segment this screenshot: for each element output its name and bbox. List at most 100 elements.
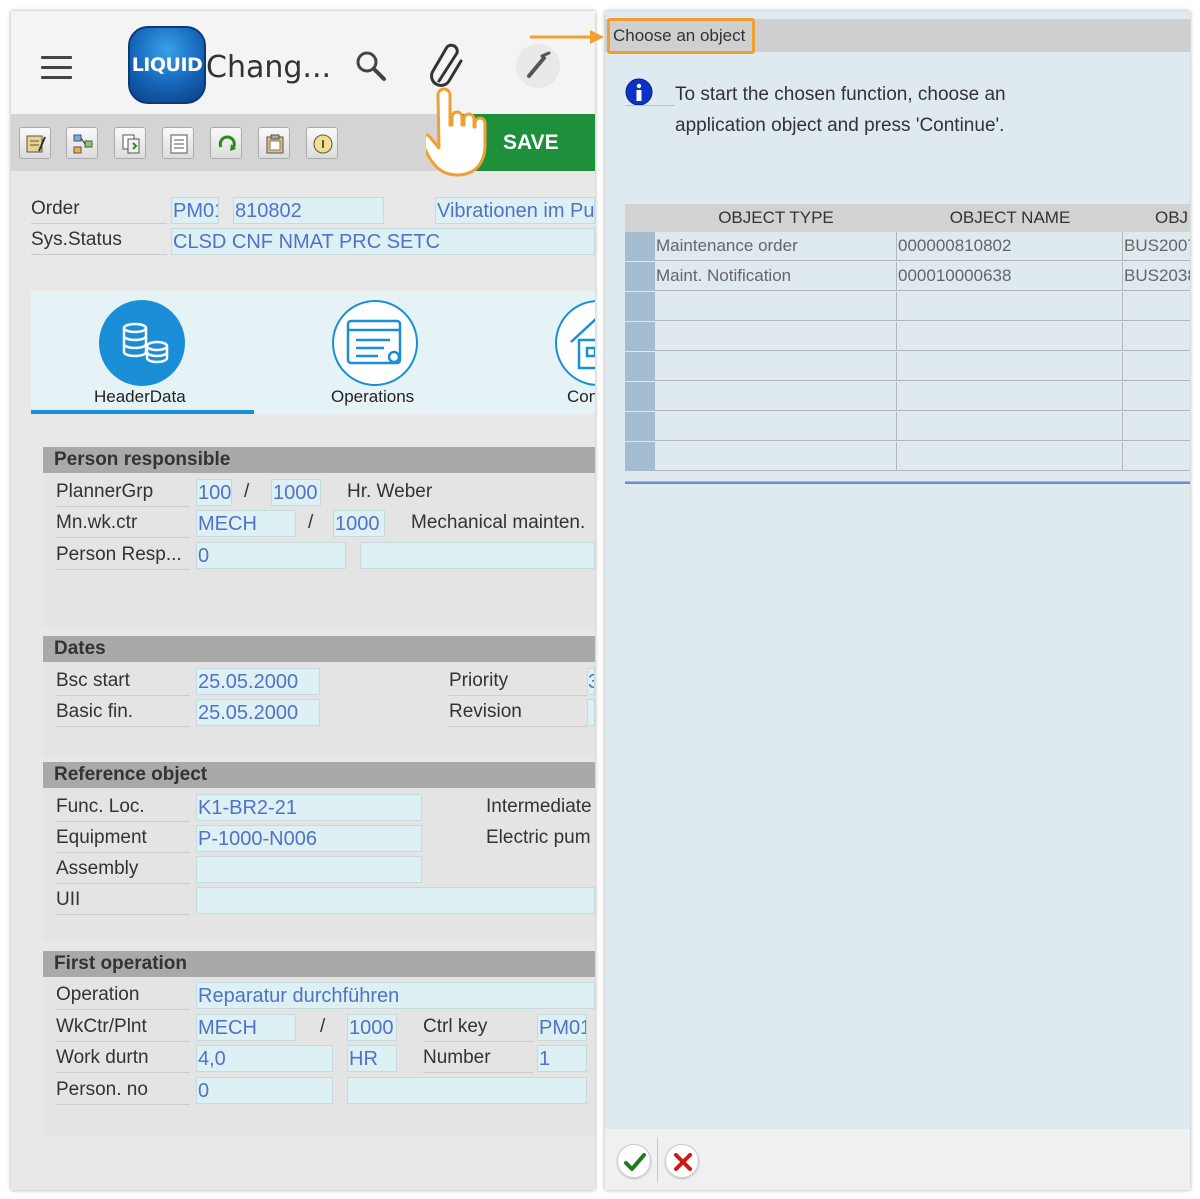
- toolbar-button-4[interactable]: [162, 127, 194, 159]
- work-durtn-field[interactable]: 4,0: [196, 1045, 333, 1072]
- copy-document-icon: [122, 134, 140, 154]
- dates-header: Dates: [43, 636, 595, 662]
- cell-object: [1123, 292, 1190, 321]
- toolbar-button-5[interactable]: [210, 127, 242, 159]
- row-selector[interactable]: [625, 232, 655, 261]
- info-divider: [625, 105, 675, 106]
- row-selector[interactable]: [625, 262, 655, 291]
- cell-object: [1123, 352, 1190, 381]
- search-icon[interactable]: [354, 49, 388, 83]
- table-row[interactable]: [625, 412, 1190, 442]
- table-bottom-border: [625, 481, 1190, 484]
- assembly-field[interactable]: [196, 856, 422, 883]
- row-selector[interactable]: [625, 442, 655, 471]
- ctrl-key-field[interactable]: PM01: [537, 1014, 587, 1041]
- coins-icon: [122, 322, 169, 364]
- wkctr-plnt-label: WkCtr/Plnt: [56, 1016, 190, 1042]
- priority-field[interactable]: 3: [587, 668, 595, 695]
- planner-grp-field[interactable]: 100: [196, 479, 232, 506]
- basic-fin-label: Basic fin.: [56, 701, 190, 727]
- row-selector[interactable]: [625, 352, 655, 381]
- toolbar-button-1[interactable]: [19, 127, 51, 159]
- table-row[interactable]: Maint. Notification 000010000638 BUS2038: [625, 262, 1190, 292]
- column-header-object[interactable]: OBJ: [1123, 204, 1190, 232]
- info-line-2: application object and press 'Continue'.: [675, 115, 1005, 136]
- table-row[interactable]: [625, 352, 1190, 382]
- column-header-object-type[interactable]: OBJECT TYPE: [655, 204, 897, 232]
- column-header-object-name[interactable]: OBJECT NAME: [897, 204, 1123, 232]
- table-row[interactable]: [625, 382, 1190, 412]
- first-operation-header: First operation: [43, 951, 595, 977]
- tab-headerdata[interactable]: [99, 300, 185, 386]
- list-document-icon: [170, 134, 188, 154]
- cell-object-type: Maintenance order: [655, 232, 897, 261]
- number-field[interactable]: 1: [537, 1045, 587, 1072]
- cancel-button[interactable]: [665, 1144, 699, 1178]
- row-selector[interactable]: [625, 322, 655, 351]
- tab-components[interactable]: [555, 300, 595, 386]
- cell-object-type: [655, 382, 897, 411]
- wkctr-field[interactable]: MECH: [196, 1014, 296, 1041]
- logo-text: LIQUID: [131, 54, 203, 76]
- revision-field[interactable]: [587, 699, 595, 726]
- assembly-label: Assembly: [56, 858, 190, 884]
- cell-object: BUS2038: [1123, 262, 1190, 291]
- dialog-title: Choose an object: [607, 18, 755, 54]
- tab-operations-label: Operations: [331, 387, 415, 406]
- uii-field[interactable]: [196, 887, 595, 914]
- tab-headerdata-label: HeaderData: [94, 387, 186, 406]
- order-description-field[interactable]: Vibrationen im Pur: [435, 197, 595, 224]
- hamburger-menu-icon[interactable]: [41, 56, 72, 79]
- mn-plant-field[interactable]: 1000: [333, 510, 385, 537]
- func-loc-field[interactable]: K1-BR2-21: [196, 794, 422, 821]
- operation-field[interactable]: Reparatur durchführen: [196, 982, 595, 1009]
- row-selector[interactable]: [625, 412, 655, 441]
- table-row[interactable]: [625, 322, 1190, 352]
- work-unit-field[interactable]: HR: [347, 1045, 397, 1072]
- person-resp-field[interactable]: 0: [196, 542, 346, 569]
- order-type-field[interactable]: PM01: [171, 197, 219, 224]
- equipment-description: Electric pum: [486, 827, 591, 848]
- cell-object: [1123, 442, 1190, 471]
- cell-object: [1123, 412, 1190, 441]
- planner-plant-field[interactable]: 1000: [271, 479, 321, 506]
- tools-button[interactable]: [516, 44, 560, 88]
- person-no-field[interactable]: 0: [196, 1077, 333, 1104]
- wkctr-separator: /: [320, 1016, 326, 1037]
- toolbar-button-7[interactable]: [306, 127, 338, 159]
- cell-object-type: [655, 352, 897, 381]
- operation-label: Operation: [56, 984, 190, 1010]
- func-loc-description: Intermediate: [486, 796, 592, 817]
- basic-fin-field[interactable]: 25.05.2000: [196, 699, 320, 726]
- cell-object-name: [897, 352, 1123, 381]
- tab-operations[interactable]: [332, 300, 418, 386]
- row-selector[interactable]: [625, 382, 655, 411]
- cell-object-type: Maint. Notification: [655, 262, 897, 291]
- cell-object-type: [655, 412, 897, 441]
- cell-object-name: 000010000638: [897, 262, 1123, 291]
- table-row[interactable]: [625, 292, 1190, 322]
- toolbar-button-3[interactable]: [114, 127, 146, 159]
- continue-button[interactable]: [617, 1144, 651, 1178]
- footer-separator: [657, 1137, 658, 1183]
- close-icon: [674, 1153, 692, 1171]
- row-selector[interactable]: [625, 292, 655, 321]
- cell-object: [1123, 382, 1190, 411]
- choose-object-dialog: Choose an object To start the chosen fun…: [605, 11, 1190, 1190]
- info-line-1: To start the chosen function, choose an: [675, 84, 1006, 105]
- revision-label: Revision: [449, 701, 587, 727]
- toolbar-button-2[interactable]: [66, 127, 98, 159]
- number-label: Number: [423, 1047, 534, 1073]
- planner-separator: /: [244, 481, 250, 502]
- cell-object-name: 000000810802: [897, 232, 1123, 261]
- table-row[interactable]: [625, 442, 1190, 472]
- mn-wk-ctr-field[interactable]: MECH: [196, 510, 296, 537]
- equipment-field[interactable]: P-1000-N006: [196, 825, 422, 852]
- order-number-field[interactable]: 810802: [233, 197, 384, 224]
- wkctr-plant-field[interactable]: 1000: [347, 1014, 397, 1041]
- paperclip-icon[interactable]: [429, 41, 469, 91]
- planner-name: Hr. Weber: [347, 481, 433, 502]
- table-row[interactable]: Maintenance order 000000810802 BUS2007: [625, 232, 1190, 262]
- bsc-start-field[interactable]: 25.05.2000: [196, 668, 320, 695]
- toolbar-button-6[interactable]: [258, 127, 290, 159]
